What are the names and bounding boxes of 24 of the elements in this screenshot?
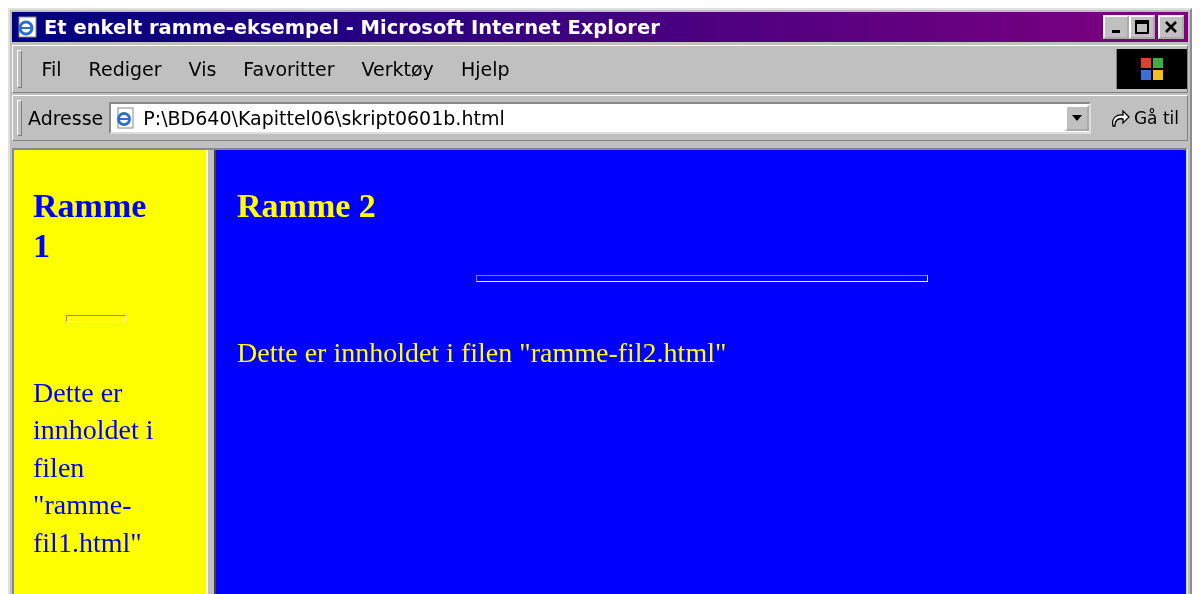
close-button[interactable] [1158,15,1184,39]
browser-icon [16,16,38,38]
menu-item[interactable]: Verktøy [348,54,448,84]
menu-item[interactable]: Fil [28,54,76,84]
menu-item[interactable]: Hjelp [447,54,523,84]
address-label: Adresse [28,107,104,129]
caret-icon [1071,115,1082,121]
close-icon [1164,20,1178,34]
address-field[interactable]: P:\BD640\Kapittel06\skript0601b.html [109,102,1091,134]
frame-heading: Ramme 2 [237,186,377,226]
go-button[interactable]: Gå til [1090,108,1187,128]
menu-item[interactable]: Favoritter [229,54,348,84]
frame-text: Dette er innholdet i filen "ramme-fil2.html" [237,335,728,370]
dropdown-button[interactable] [1064,105,1089,131]
menu-item[interactable]: Rediger [75,54,176,84]
minimize-button[interactable] [1103,15,1129,39]
frame-text: Dette er innholdet i filen "ramme-fil1.html" [33,375,155,560]
maximize-icon [1135,20,1149,34]
minimize-icon [1112,29,1120,33]
window-title: Et enkelt ramme-eksempel - Microsoft Internet Explorer [44,15,661,39]
frame-heading: Ramme 1 [33,186,148,266]
maximize-button[interactable] [1129,15,1155,39]
menu-item[interactable]: Vis [175,54,230,84]
page-icon [115,107,136,129]
